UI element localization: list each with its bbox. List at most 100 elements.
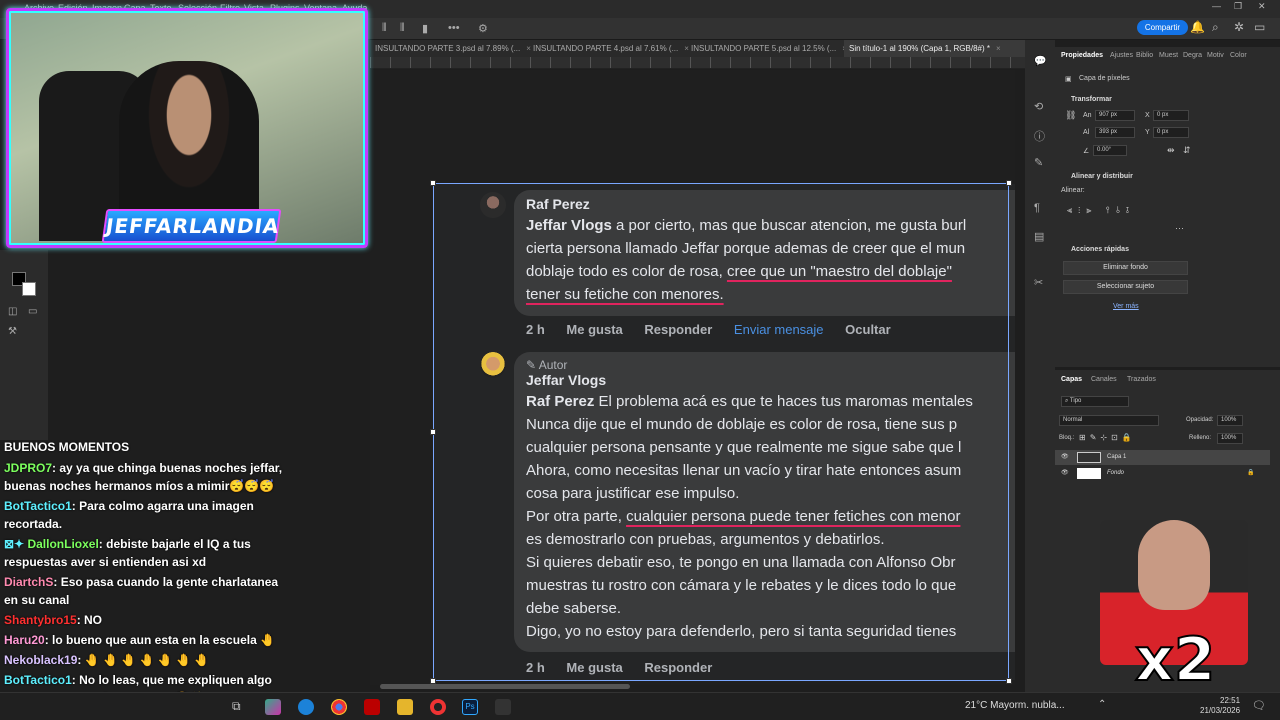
align-center-icon[interactable]: ⫴	[400, 22, 405, 35]
layer-row[interactable]: 👁 Capa 1	[1055, 450, 1270, 465]
share-button[interactable]: Compartir	[1136, 20, 1188, 35]
chevron-up-icon[interactable]: ⌃	[1098, 699, 1106, 710]
horizontal-scrollbar[interactable]	[380, 684, 630, 689]
fill-label: Relleno:	[1189, 435, 1212, 441]
align-right-icon[interactable]: ▮	[422, 22, 428, 35]
comment-line: Por otra parte, cualquier persona puede …	[526, 508, 961, 525]
tab-document-4[interactable]: INSULTANDO PARTE 4.psd al 7.61% (... ×	[528, 40, 689, 57]
reply-link[interactable]: Responder	[644, 660, 712, 675]
maximize-icon[interactable]: ❐	[1234, 1, 1242, 12]
more-options-icon[interactable]: ···	[1175, 223, 1184, 233]
tab-libraries[interactable]: Biblio	[1136, 52, 1153, 59]
edge-icon[interactable]	[298, 699, 314, 715]
panel-toggle-icon[interactable]: ▭	[1254, 20, 1265, 34]
document-tabs: INSULTANDO PARTE 3.psd al 7.89% (... × IN…	[370, 40, 1025, 57]
brush-icon[interactable]: ✎	[1034, 156, 1043, 169]
tab-color[interactable]: Color	[1230, 52, 1247, 59]
background-color-swatch[interactable]	[22, 282, 36, 296]
system-clock[interactable]: 22:51 21/03/2026	[1200, 696, 1240, 716]
tab-channels[interactable]: Canales	[1091, 376, 1117, 383]
flip-horizontal-icon[interactable]: ⇹	[1167, 145, 1175, 156]
lock-label: Bloq.:	[1059, 435, 1075, 441]
angle-field[interactable]: 0.00°	[1093, 145, 1127, 156]
chrome-icon[interactable]	[331, 699, 347, 715]
y-label: Y	[1145, 129, 1150, 136]
like-link[interactable]: Me gusta	[566, 660, 622, 675]
link-icon[interactable]: ⛓	[1065, 110, 1076, 121]
more-options-icon[interactable]: •••	[448, 22, 460, 34]
layer-row[interactable]: 👁 Fondo 🔒	[1055, 466, 1270, 481]
edit-toolbar-icon[interactable]: ⚒	[8, 326, 17, 337]
eye-icon[interactable]: 👁	[1061, 466, 1069, 481]
lock-icons[interactable]: ⊞✎⊹⊡🔒	[1079, 433, 1136, 442]
obs-icon[interactable]	[430, 699, 446, 715]
eye-icon[interactable]: 👁	[1061, 450, 1069, 465]
fill-field[interactable]: 100%	[1217, 433, 1243, 444]
tab-paths[interactable]: Trazados	[1127, 376, 1156, 383]
remove-background-button[interactable]: Eliminar fondo	[1063, 261, 1188, 275]
like-link[interactable]: Me gusta	[566, 322, 622, 337]
screen-mode-icon[interactable]: ▭	[28, 306, 37, 317]
close-icon[interactable]: ✕	[1258, 1, 1266, 12]
send-message-link[interactable]: Enviar mensaje	[734, 322, 824, 337]
photoshop-icon[interactable]: Ps	[462, 699, 478, 715]
layers-icon[interactable]: ▤	[1034, 230, 1044, 243]
tab-layers[interactable]: Capas	[1061, 376, 1082, 383]
notification-icon[interactable]: 🗨	[1252, 699, 1266, 712]
opacity-label: Opacidad:	[1186, 417, 1214, 423]
tab-patterns[interactable]: Motiv	[1207, 52, 1224, 59]
comment-actions: 2 h Me gusta Responder	[526, 660, 730, 675]
align-left-icon[interactable]: ⫴	[382, 22, 387, 35]
comments-icon[interactable]: 💬	[1034, 56, 1046, 67]
horizontal-ruler	[370, 57, 1025, 69]
file-explorer-icon[interactable]	[397, 699, 413, 715]
info-icon[interactable]: ⓘ	[1034, 128, 1045, 144]
tab-gradients[interactable]: Degra	[1183, 52, 1202, 59]
align-title: Alinear y distribuir	[1071, 173, 1133, 180]
hide-link[interactable]: Ocultar	[845, 322, 891, 337]
workspace-icon[interactable]: ✲	[1234, 20, 1244, 34]
x-field[interactable]: 0 px	[1153, 110, 1189, 121]
tab-document-5[interactable]: INSULTANDO PARTE 5.psd al 12.5% (...×	[686, 40, 847, 57]
quick-mask-icon[interactable]: ◫	[8, 306, 17, 317]
scissors-icon[interactable]: ✂	[1034, 276, 1043, 289]
tab-label: Sin título-1 al 190% (Capa 1, RGB/8#) *	[849, 44, 990, 53]
select-subject-button[interactable]: Seleccionar sujeto	[1063, 280, 1188, 294]
y-field[interactable]: 0 px	[1153, 127, 1189, 138]
task-view-icon[interactable]: ⧉	[232, 699, 241, 714]
opacity-field[interactable]: 100%	[1217, 415, 1243, 426]
x-label: X	[1145, 112, 1150, 119]
tab-document-3[interactable]: INSULTANDO PARTE 3.psd al 7.89% (... ×	[370, 40, 531, 57]
app-icon[interactable]	[265, 699, 281, 715]
canvas-document[interactable]: Raf Perez Jeffar Vlogs a por cierto, mas…	[434, 184, 1015, 680]
comment-author: Raf Perez	[526, 196, 590, 212]
history-icon[interactable]: ⟲	[1034, 100, 1043, 113]
search-icon[interactable]: ⌕	[1212, 20, 1219, 35]
blend-mode-select[interactable]: Normal	[1059, 415, 1159, 426]
width-field[interactable]: 907 px	[1095, 110, 1135, 121]
close-tab-icon[interactable]: ×	[996, 44, 1001, 53]
app-icon[interactable]	[495, 699, 511, 715]
flip-vertical-icon[interactable]: ⇵	[1183, 145, 1191, 156]
bell-icon[interactable]: 🔔	[1190, 20, 1205, 34]
see-more-link[interactable]: Ver más	[1113, 303, 1139, 310]
tab-swatches[interactable]: Muest	[1159, 52, 1178, 59]
gear-icon[interactable]: ⚙	[478, 22, 488, 35]
tab-active-document[interactable]: Sin título-1 al 190% (Capa 1, RGB/8#) * ×	[844, 40, 1025, 57]
minimize-icon[interactable]: —	[1212, 1, 1221, 11]
comment-line: cierta persona llamado Jeffar porque ade…	[526, 240, 966, 257]
reply-link[interactable]: Responder	[644, 322, 712, 337]
windows-taskbar: ⧉ Ps 21°C Mayorm. nubla... ⌃ 22:51 21/03…	[0, 692, 1280, 720]
layer-thumbnail	[1077, 468, 1101, 479]
weather-widget[interactable]: 21°C Mayorm. nubla...	[965, 700, 1065, 711]
align-buttons-icon[interactable]: ⫷⫶⫸ ⫯⫰⫱	[1067, 205, 1135, 216]
tab-properties[interactable]: Propiedades	[1061, 52, 1103, 59]
chat-message: ⊠✦ DallonLioxel: debiste bajarle el IQ a…	[4, 537, 251, 569]
app-icon[interactable]	[364, 699, 380, 715]
paragraph-icon[interactable]: ¶	[1034, 202, 1040, 214]
tools-panel: ◫ ▭ ⚒	[0, 250, 48, 440]
timestamp: 2 h	[526, 660, 545, 675]
height-field[interactable]: 393 px	[1095, 127, 1135, 138]
tab-adjustments[interactable]: Ajustes	[1110, 52, 1133, 59]
layer-filter-select[interactable]: ⌕ Tipo	[1061, 396, 1129, 407]
